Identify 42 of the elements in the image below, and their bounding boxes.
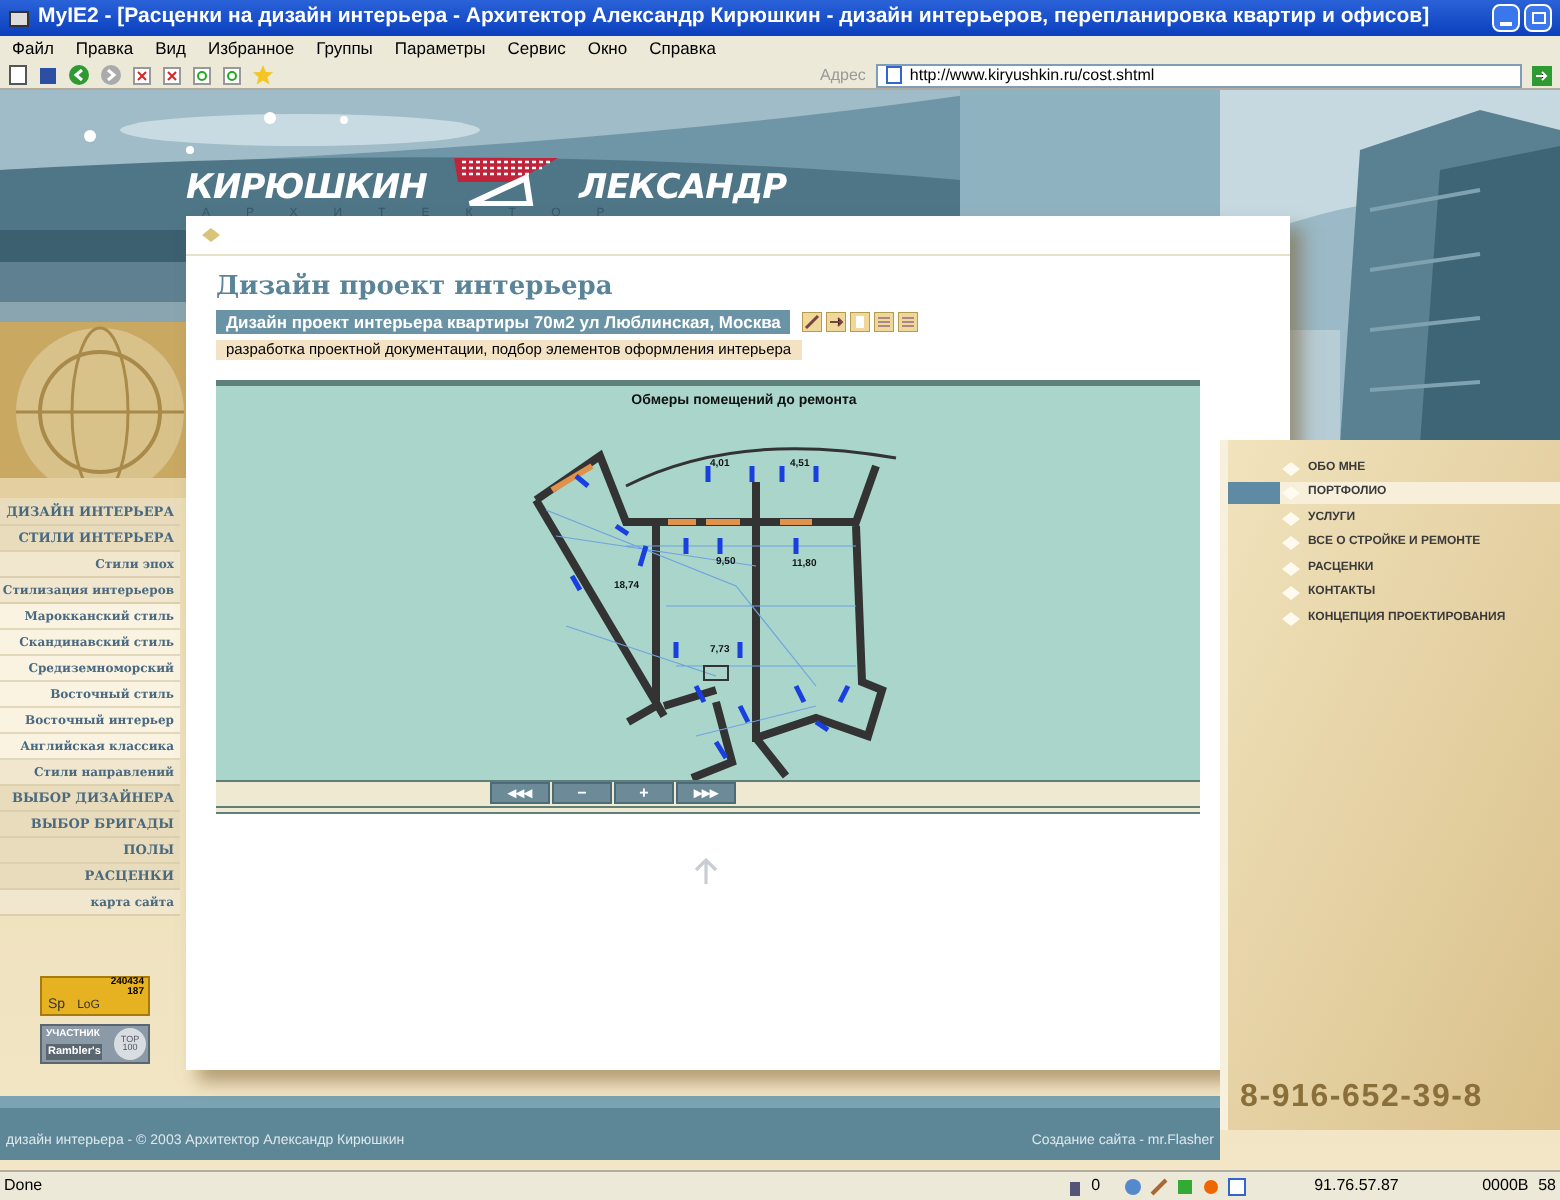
project-title-bar: Дизайн проект интерьера квартиры 70м2 ул Люблинская, Москва — [216, 310, 791, 335]
list-icon[interactable] — [874, 312, 895, 333]
stop-icon[interactable] — [132, 65, 152, 85]
plan-nav-button[interactable]: ◂◂◂ — [490, 782, 550, 805]
menu-item[interactable]: Избранное — [208, 36, 295, 62]
menu-item[interactable]: Файл — [12, 36, 54, 62]
menu-item[interactable]: Справка — [649, 36, 716, 62]
popup-count: 0 — [1091, 1174, 1101, 1198]
star-icon[interactable] — [252, 64, 274, 86]
edit-icon[interactable] — [802, 312, 823, 333]
status-field: 58 — [1538, 1174, 1556, 1198]
minimize-button[interactable] — [1492, 4, 1520, 32]
list-icon[interactable] — [898, 312, 919, 333]
new-page-icon[interactable] — [8, 64, 28, 86]
address-label: Адрес — [820, 63, 866, 87]
brush-icon[interactable] — [1150, 1177, 1169, 1195]
back-icon[interactable] — [68, 64, 90, 86]
status-text: Done — [4, 1174, 45, 1198]
plan-nav-button[interactable]: − — [552, 782, 612, 805]
plan-nav-button[interactable]: ▸▸▸ — [676, 782, 736, 805]
ip-address: 91.76.57.87 — [1314, 1174, 1401, 1198]
menu-item[interactable]: Вид — [155, 36, 187, 62]
restore-button[interactable] — [1524, 4, 1552, 32]
go-icon[interactable] — [1532, 65, 1552, 85]
window-icon[interactable] — [1228, 1177, 1247, 1195]
phone-number: 8-916-652-39-8 — [1240, 1078, 1483, 1118]
address-field[interactable]: http://www.kiryushkin.ru/cost.shtml — [875, 63, 1522, 87]
plan-nav-button[interactable]: + — [614, 782, 674, 805]
menu-item[interactable]: Окно — [587, 36, 628, 62]
menu-item[interactable]: Сервис — [507, 36, 566, 62]
arrow-icon[interactable] — [826, 312, 847, 333]
app-icon — [8, 7, 30, 29]
menu-item[interactable]: Группы — [316, 36, 373, 62]
traffic-counter: 0000B — [1482, 1174, 1531, 1198]
globe-icon[interactable] — [1124, 1177, 1143, 1195]
forward-icon[interactable] — [100, 64, 122, 86]
save-icon[interactable] — [38, 65, 58, 85]
menu-item[interactable]: Параметры — [394, 36, 486, 62]
page-icon — [885, 66, 902, 84]
page-heading: Дизайн проект интерьера — [216, 272, 615, 305]
window-title: MyIE2 - [Расценки на дизайн интерьера - Архитектор Александр Кирюшкин - дизайн интерьеров, перепланировка квартир и офисов] — [38, 2, 1432, 33]
menu-item[interactable]: Правка — [75, 36, 134, 62]
